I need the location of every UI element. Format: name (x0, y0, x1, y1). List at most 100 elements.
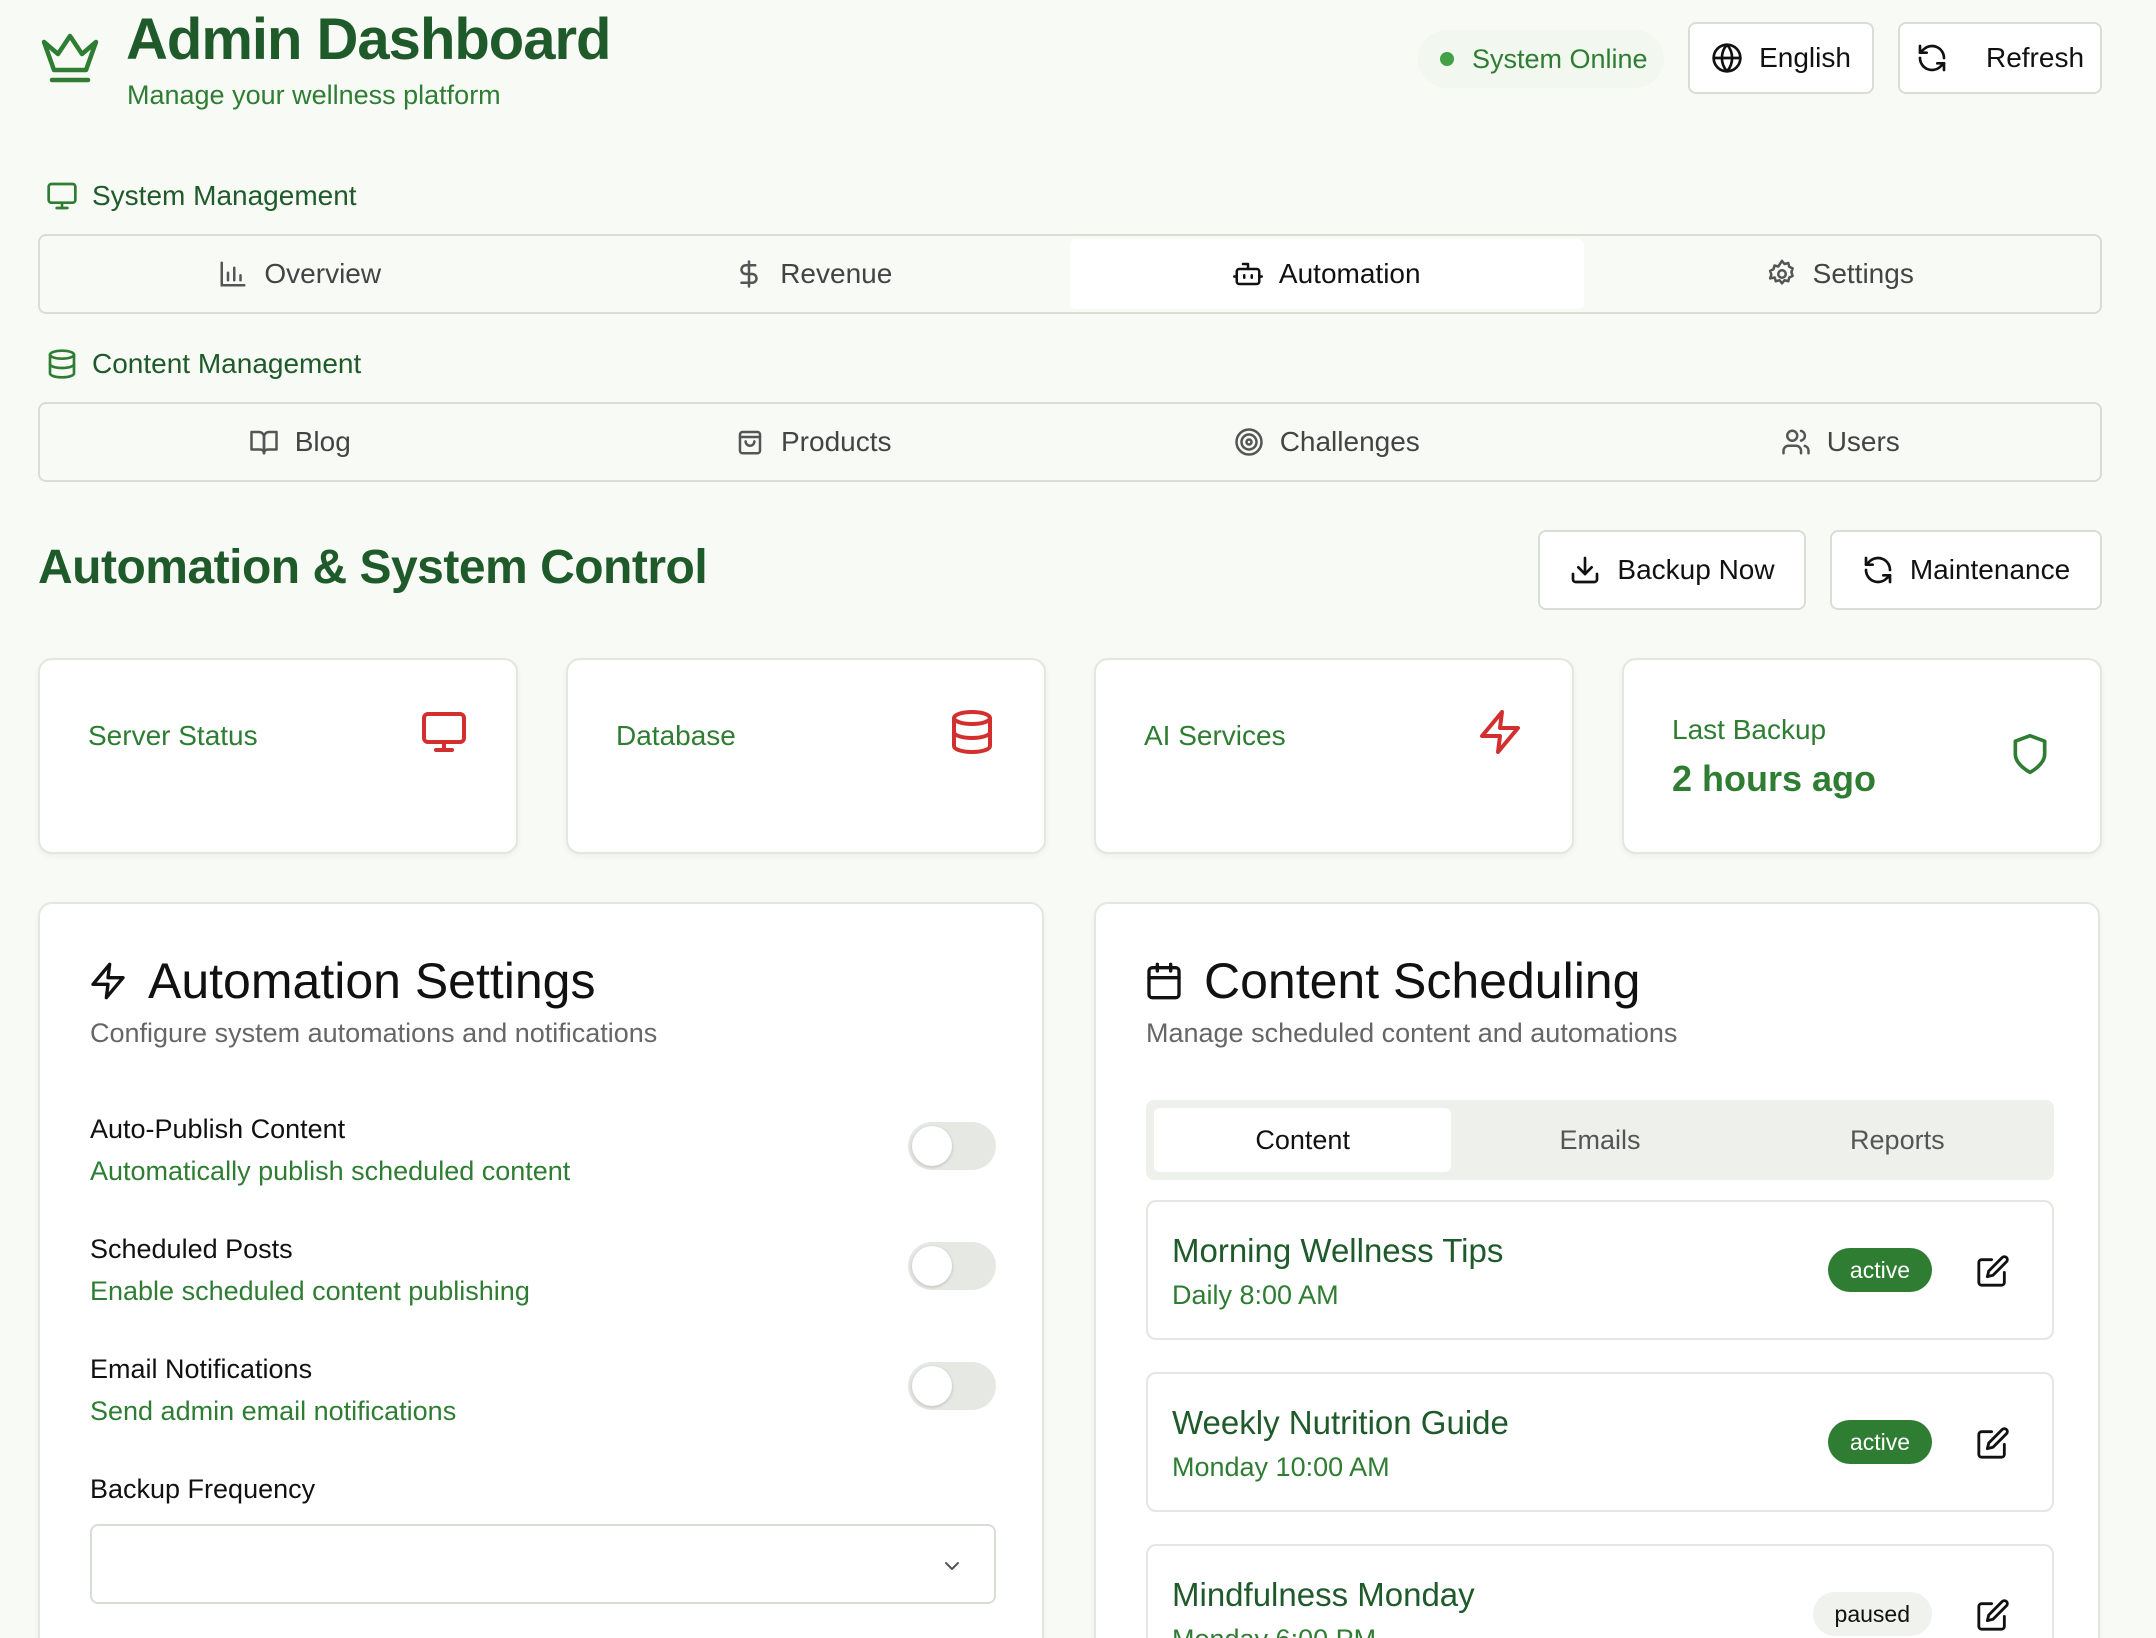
globe-icon (1712, 43, 1742, 73)
tab-users[interactable]: Users (1584, 407, 2098, 477)
language-button[interactable]: English (1688, 22, 1874, 94)
status-badge: active (1827, 1420, 1932, 1464)
status-badge: active (1827, 1248, 1932, 1292)
users-icon (1781, 429, 1810, 455)
scheduled-posts-title: Scheduled Posts (90, 1234, 293, 1264)
refresh-label: Refresh (1985, 42, 2085, 73)
calendar-icon (1147, 962, 1181, 1000)
tab-automation-label: Automation (1278, 258, 1421, 289)
scheduled-posts-desc: Enable scheduled content publishing (90, 1276, 530, 1306)
system-management-label: System Management (46, 180, 357, 212)
scheduled-posts-toggle[interactable] (908, 1242, 996, 1290)
monitor-icon (422, 712, 466, 752)
list-item[interactable]: Mindfulness Monday Monday 6:00 PM paused (1146, 1544, 2054, 1638)
database-icon (952, 710, 992, 755)
backup-now-label: Backup Now (1617, 554, 1775, 585)
tab-blog-label: Blog (294, 426, 351, 457)
ai-services-card: AI Services (1094, 658, 1574, 854)
content-scheduling-description: Manage scheduled content and automations (1146, 1018, 1678, 1048)
ai-services-label: AI Services (1144, 720, 1286, 751)
auto-publish-desc: Automatically publish scheduled content (90, 1156, 571, 1186)
download-icon (1572, 556, 1599, 584)
automation-settings-title: Automation Settings (148, 953, 596, 1009)
backup-frequency-select[interactable] (90, 1524, 996, 1604)
edit-icon[interactable] (1976, 1254, 2010, 1288)
zap-icon (1480, 710, 1520, 754)
automation-settings-panel: Automation Settings Configure system aut… (38, 902, 1044, 1638)
email-notifications-toggle[interactable] (908, 1362, 996, 1410)
target-icon (1234, 428, 1263, 456)
bar-chart-icon (220, 261, 246, 287)
maintenance-button[interactable]: Maintenance (1830, 530, 2102, 610)
tab-products-label: Products (781, 426, 892, 457)
content-management-label: Content Management (46, 348, 361, 380)
tab-emails[interactable]: Emails (1451, 1108, 1748, 1172)
content-scheduling-title: Content Scheduling (1204, 953, 1641, 1009)
auto-publish-toggle[interactable] (908, 1122, 996, 1170)
refresh-icon (1864, 556, 1892, 584)
last-backup-value: 2 hours ago (1672, 758, 1877, 799)
status-text: System Online (1472, 43, 1648, 74)
tab-users-label: Users (1826, 426, 1900, 457)
language-label: English (1759, 42, 1851, 73)
tab-products[interactable]: Products (557, 407, 1071, 477)
edit-icon[interactable] (1976, 1426, 2010, 1460)
tab-revenue[interactable]: Revenue (557, 239, 1071, 309)
tab-challenges[interactable]: Challenges (1070, 407, 1584, 477)
last-backup-label: Last Backup (1672, 714, 1827, 745)
zap-icon (91, 962, 125, 1000)
bot-icon (1232, 262, 1263, 286)
book-icon (249, 430, 278, 455)
maintenance-label: Maintenance (1909, 554, 2071, 585)
database-icon (48, 349, 76, 379)
tab-settings-label: Settings (1812, 258, 1914, 289)
scheduling-tabs: Content Emails Reports (1146, 1100, 2054, 1180)
backup-now-button[interactable]: Backup Now (1538, 530, 1806, 610)
gear-icon (1768, 259, 1794, 285)
shopping-bag-icon (738, 430, 762, 455)
dollar-icon (740, 260, 758, 288)
status-dot (1440, 52, 1454, 66)
database-label: Database (616, 720, 736, 751)
content-scheduling-header: Content Scheduling (1144, 952, 1640, 1010)
server-status-card: Server Status (38, 658, 518, 854)
tab-blog[interactable]: Blog (43, 407, 557, 477)
list-item[interactable]: Weekly Nutrition Guide Monday 10:00 AM a… (1146, 1372, 2054, 1512)
email-notifications-title: Email Notifications (90, 1354, 313, 1384)
scheduled-item-time: Monday 6:00 PM (1172, 1624, 1376, 1638)
tab-challenges-label: Challenges (1279, 426, 1420, 457)
status-badge: paused (1812, 1592, 1932, 1636)
tab-settings[interactable]: Settings (1584, 239, 2098, 309)
content-tabs: Blog Products Challenges Users (38, 402, 2102, 482)
app-title: Admin Dashboard (126, 7, 611, 72)
tab-overview[interactable]: Overview (43, 239, 557, 309)
tab-automation[interactable]: Automation (1070, 239, 1584, 309)
content-scheduling-panel: Content Scheduling Manage scheduled cont… (1094, 902, 2100, 1638)
automation-settings-header: Automation Settings (88, 952, 596, 1010)
scheduled-item-time: Monday 10:00 AM (1172, 1452, 1390, 1482)
database-card: Database (566, 658, 1046, 854)
auto-publish-title: Auto-Publish Content (90, 1114, 346, 1144)
scheduled-item-time: Daily 8:00 AM (1172, 1280, 1339, 1310)
list-item[interactable]: Morning Wellness Tips Daily 8:00 AM acti… (1146, 1200, 2054, 1340)
content-management-text: Content Management (92, 348, 362, 379)
chevron-down-icon (945, 1562, 959, 1570)
refresh-button[interactable]: Refresh (1898, 22, 2102, 94)
system-tabs: Overview Revenue Automation Settings (38, 234, 2102, 314)
scheduled-item-name: Mindfulness Monday (1172, 1576, 1475, 1613)
tab-reports[interactable]: Reports (1749, 1108, 2046, 1172)
automation-settings-description: Configure system automations and notific… (90, 1018, 658, 1048)
tab-content[interactable]: Content (1154, 1108, 1452, 1172)
scheduled-item-name: Weekly Nutrition Guide (1172, 1404, 1509, 1441)
crown-icon (41, 33, 99, 83)
system-management-text: System Management (92, 180, 357, 211)
shield-icon (2013, 733, 2047, 775)
email-notifications-desc: Send admin email notifications (90, 1396, 457, 1426)
page-title: Automation & System Control (38, 541, 708, 594)
tab-revenue-label: Revenue (780, 258, 893, 289)
server-status-label: Server Status (88, 720, 258, 751)
edit-icon[interactable] (1976, 1598, 2010, 1632)
backup-frequency-label: Backup Frequency (90, 1474, 316, 1504)
last-backup-card: Last Backup 2 hours ago (1622, 658, 2102, 854)
tab-overview-label: Overview (264, 258, 382, 289)
